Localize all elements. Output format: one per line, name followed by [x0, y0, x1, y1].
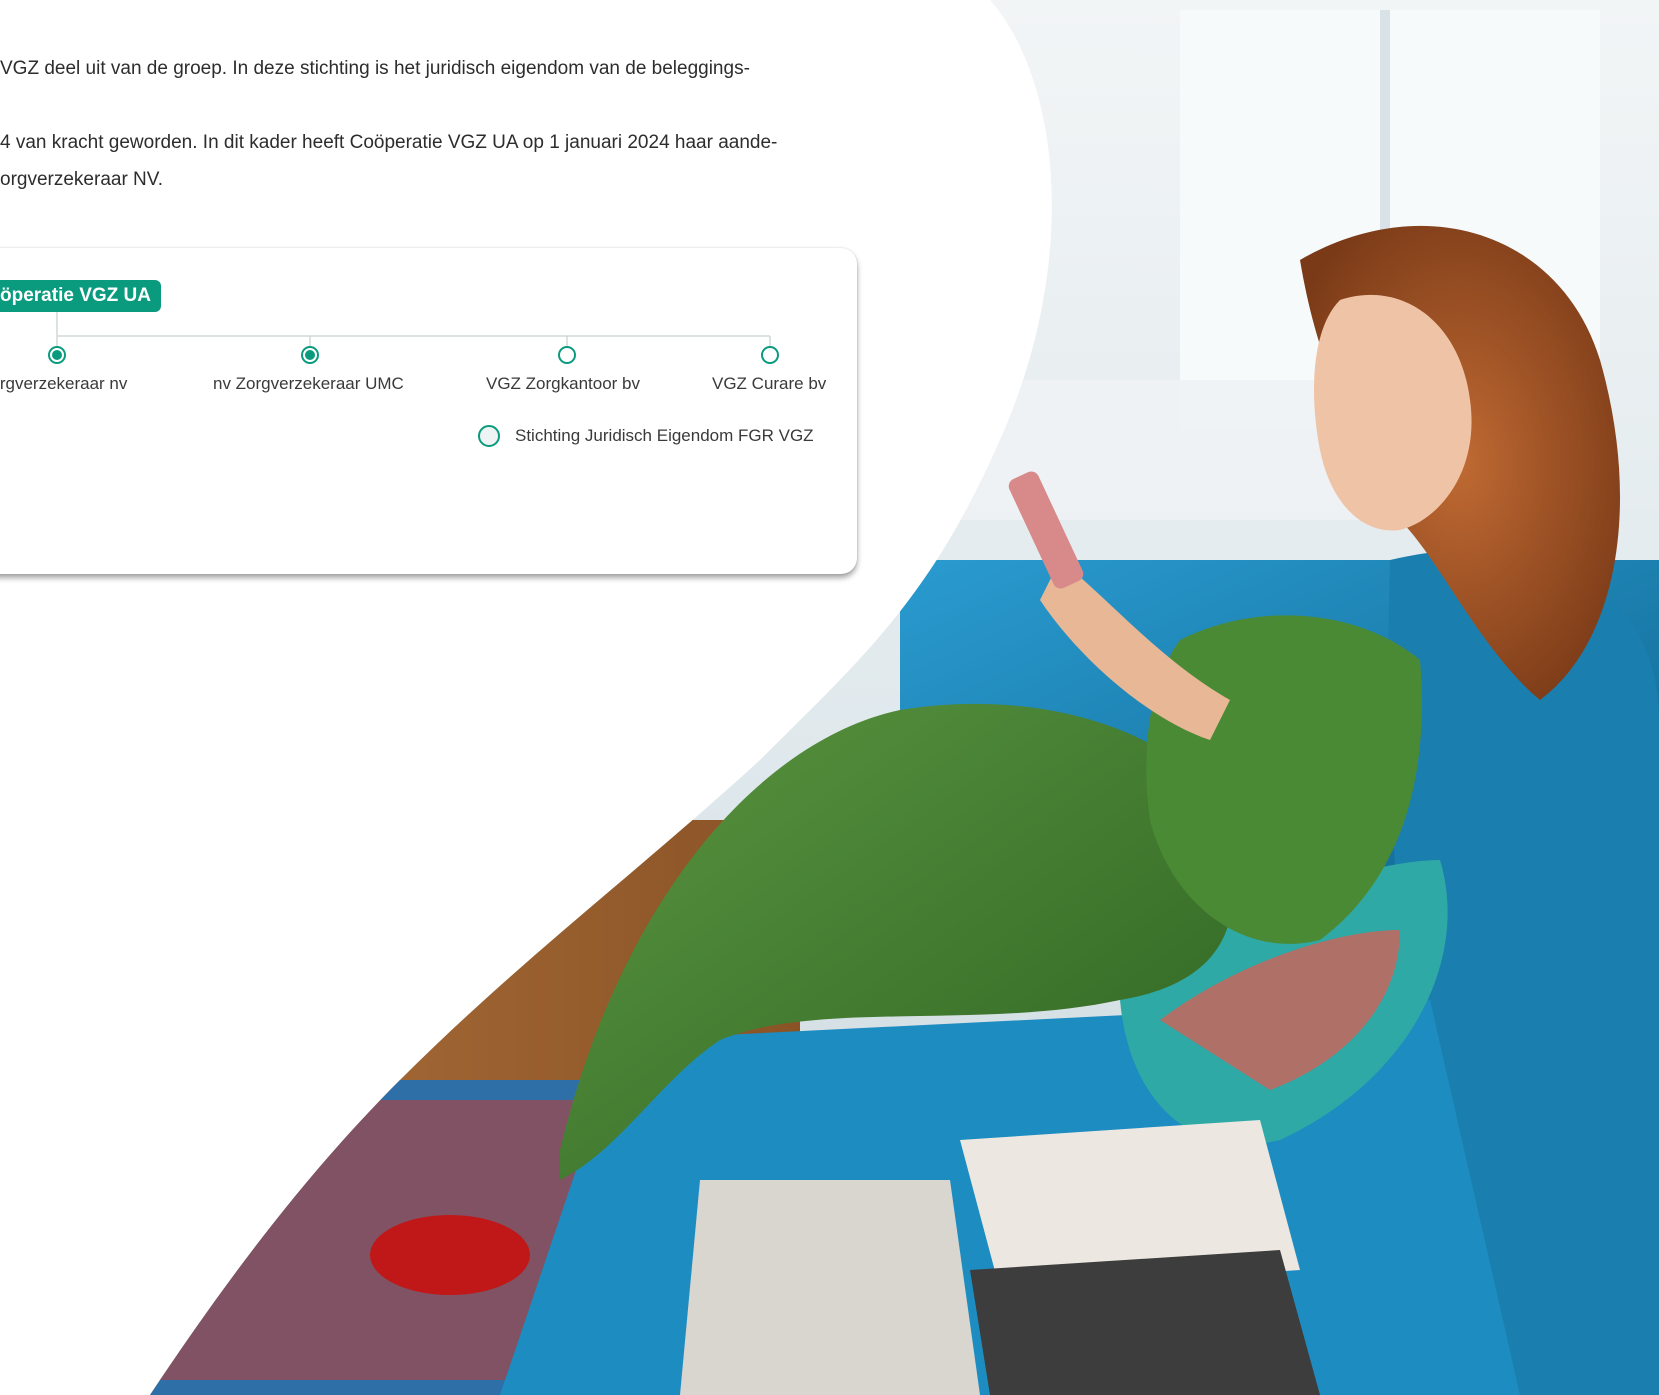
hero-photo	[0, 0, 1659, 1395]
org-node-label: VGZ Curare bv	[712, 374, 827, 393]
intro-paragraph: VGZ deel uit van de groep. In deze stich…	[0, 50, 750, 87]
org-node-label: VGZ Zorgkantoor bv	[486, 374, 641, 393]
node-dot-icon	[478, 425, 500, 447]
org-node-label: Stichting Juridisch Eigendom FGR VGZ	[515, 426, 814, 445]
paragraph-line: orgverzekeraar NV.	[0, 169, 163, 190]
node-dot-icon	[558, 346, 576, 364]
node-dot-icon	[761, 346, 779, 364]
paragraph-line: 4 van kracht geworden. In dit kader heef…	[0, 132, 778, 153]
node-dot-icon	[48, 346, 66, 364]
org-chart-card: öperatie VGZ UA Zorgverzekeraar nv nv Zo…	[0, 248, 857, 574]
paragraph-line: VGZ deel uit van de groep. In deze stich…	[0, 58, 750, 79]
org-root-node: öperatie VGZ UA	[0, 280, 161, 312]
legal-change-paragraph: 4 van kracht geworden. In dit kader heef…	[0, 124, 777, 198]
org-node-label: Zorgverzekeraar nv	[0, 374, 128, 393]
node-dot-icon	[301, 346, 319, 364]
org-node-label: nv Zorgverzekeraar UMC	[213, 374, 404, 393]
